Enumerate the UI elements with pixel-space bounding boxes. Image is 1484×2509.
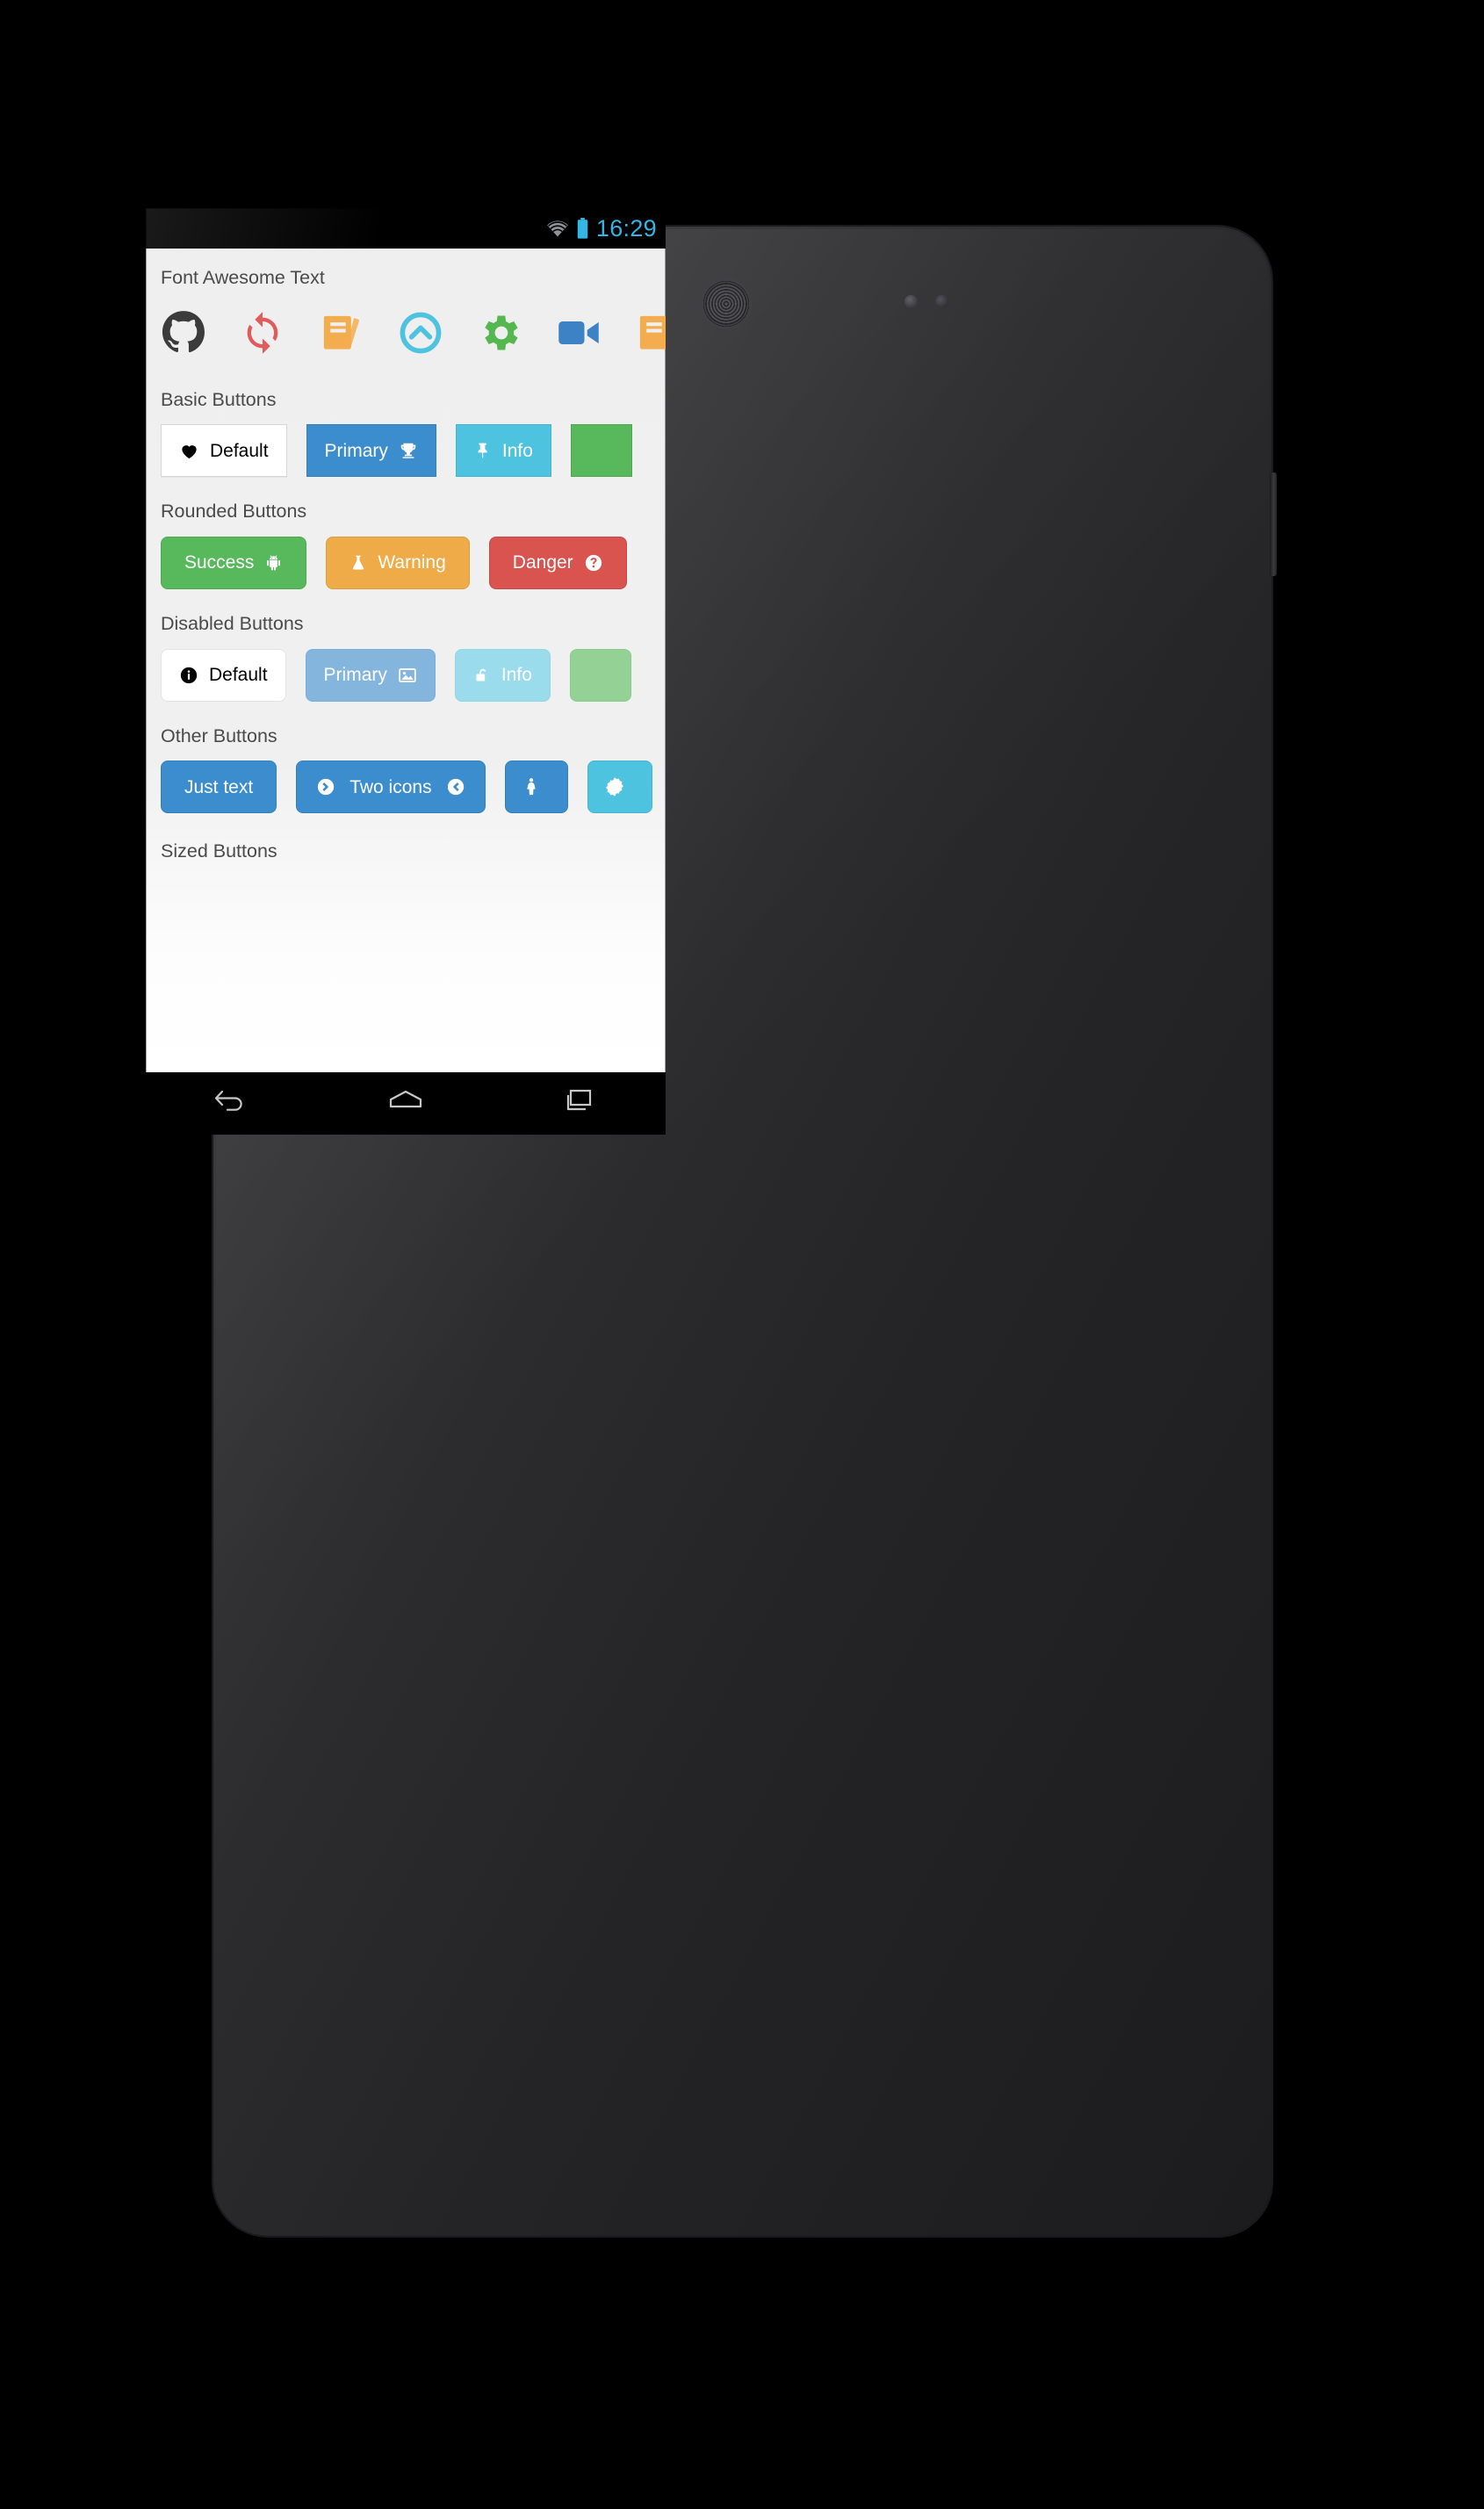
button-label: Primary xyxy=(323,665,387,686)
status-clock: 16:29 xyxy=(595,214,657,242)
back-icon xyxy=(213,1087,253,1120)
home-icon xyxy=(387,1087,424,1120)
android-icon xyxy=(264,553,283,572)
female-icon xyxy=(522,776,541,797)
light-sensor-icon xyxy=(935,295,948,308)
disabled-buttons-row: Default Primary Info xyxy=(146,635,666,707)
app-content: Font Awesome Text Basic Buttons Default … xyxy=(146,249,666,1072)
earpiece-speaker-icon xyxy=(703,281,749,327)
power-button[interactable] xyxy=(1270,472,1277,576)
disabled-info-button: Info xyxy=(454,648,551,702)
button-label: Danger xyxy=(512,552,573,573)
back-button[interactable] xyxy=(180,1072,285,1135)
android-navigation-bar xyxy=(146,1072,666,1135)
button-label: Info xyxy=(501,440,533,461)
scroll-container[interactable]: Font Awesome Text Basic Buttons Default … xyxy=(146,249,666,862)
chevron-circle-right-icon xyxy=(316,777,335,797)
proximity-sensor-icon xyxy=(904,295,918,308)
info-circle-icon xyxy=(179,666,198,685)
recents-button[interactable] xyxy=(526,1072,631,1135)
button-label: Default xyxy=(210,440,269,461)
disabled-success-button xyxy=(569,648,631,702)
chevron-circle-left-icon xyxy=(446,777,465,797)
chevron-circle-up-icon[interactable] xyxy=(398,310,443,360)
section-title-rounded-buttons: Rounded Buttons xyxy=(161,501,307,523)
thumbtack-icon xyxy=(474,441,492,460)
battery-icon xyxy=(577,218,588,239)
flask-icon xyxy=(349,553,367,573)
certificate-icon-button[interactable] xyxy=(587,761,652,814)
button-label: Just text xyxy=(184,776,254,797)
screen-glare xyxy=(146,208,379,249)
button-label: Success xyxy=(184,552,255,573)
phone-display: 16:29 Font Awesome Text Basic Buttons De… xyxy=(146,208,666,1135)
status-bar: 16:29 xyxy=(146,208,666,249)
refresh-icon[interactable] xyxy=(240,310,285,360)
cog-icon[interactable] xyxy=(477,310,522,360)
disabled-primary-button: Primary xyxy=(305,648,436,702)
question-circle-icon xyxy=(584,553,603,573)
basic-success-button[interactable] xyxy=(570,424,632,478)
book-icon[interactable] xyxy=(319,310,364,360)
video-camera-icon[interactable] xyxy=(556,310,602,360)
recents-icon xyxy=(561,1087,596,1120)
basic-info-button[interactable]: Info xyxy=(455,424,551,478)
basic-primary-button[interactable]: Primary xyxy=(306,424,436,478)
home-button[interactable] xyxy=(353,1072,458,1135)
other-buttons-row: Just text Two icons xyxy=(146,746,666,818)
two-icons-button[interactable]: Two icons xyxy=(296,761,486,814)
heart-icon xyxy=(179,441,199,461)
rounded-success-button[interactable]: Success xyxy=(161,536,307,589)
section-title-font-awesome-text: Font Awesome Text xyxy=(161,267,325,288)
font-awesome-icon-row xyxy=(146,289,666,371)
picture-icon xyxy=(398,666,417,685)
book-icon-2[interactable] xyxy=(635,310,666,360)
section-title-other-buttons: Other Buttons xyxy=(161,725,277,746)
trophy-icon xyxy=(399,441,418,460)
github-icon[interactable] xyxy=(161,310,206,360)
section-title-basic-buttons: Basic Buttons xyxy=(161,388,277,410)
rounded-warning-button[interactable]: Warning xyxy=(326,536,470,589)
basic-default-button[interactable]: Default xyxy=(161,424,287,478)
just-text-button[interactable]: Just text xyxy=(161,761,277,814)
disabled-default-button: Default xyxy=(161,648,286,702)
button-label: Primary xyxy=(324,440,388,461)
wifi-icon xyxy=(546,220,569,237)
button-label: Two icons xyxy=(349,776,432,797)
rounded-buttons-row: Success Warning Danger xyxy=(146,523,666,595)
button-label: Info xyxy=(501,665,532,686)
certificate-icon xyxy=(604,776,625,797)
basic-buttons-row: Default Primary Info xyxy=(146,410,666,482)
screenshot-stage: 16:29 Font Awesome Text Basic Buttons De… xyxy=(0,0,1484,2509)
button-label: Default xyxy=(209,665,268,686)
section-title-disabled-buttons: Disabled Buttons xyxy=(161,612,304,634)
unlock-icon xyxy=(473,666,491,685)
rounded-danger-button[interactable]: Danger xyxy=(488,536,627,589)
female-icon-button[interactable] xyxy=(504,761,568,814)
section-title-sized-buttons: Sized Buttons xyxy=(161,840,277,862)
button-label: Warning xyxy=(378,552,446,573)
